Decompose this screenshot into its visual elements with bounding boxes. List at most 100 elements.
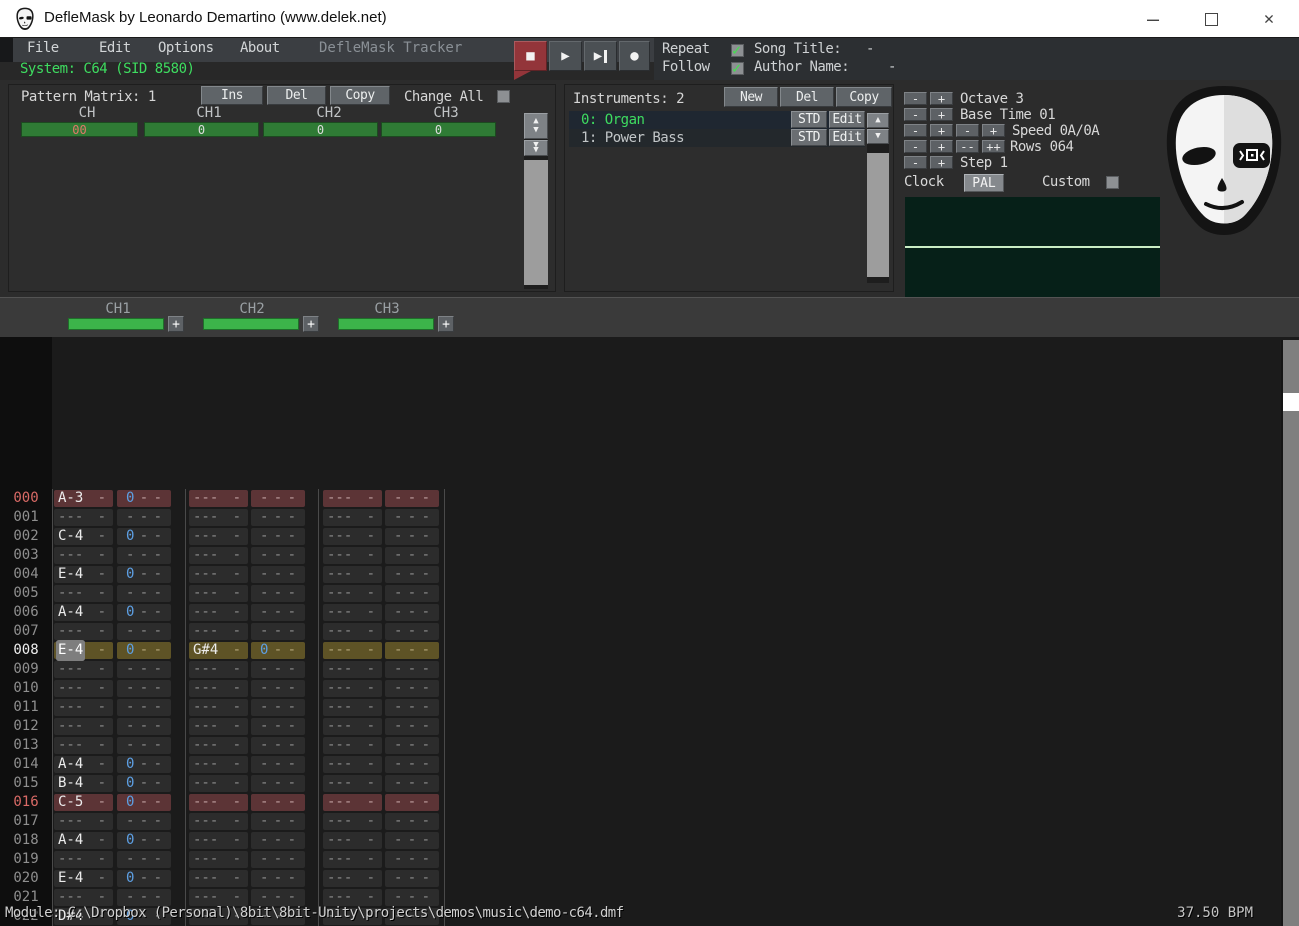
instrument-type-button[interactable]: STD [791,111,827,128]
effect-param-value[interactable]: - [154,870,162,887]
custom-checkbox[interactable] [1106,176,1119,189]
volume-value[interactable]: - [233,490,241,507]
instrument-fx-cell[interactable]: --- [251,623,305,640]
note-value[interactable]: --- [193,718,218,735]
instrument-fx-cell[interactable]: --- [385,794,439,811]
effect-param-value[interactable]: - [288,851,296,868]
follow-checkbox[interactable]: ✓ [731,59,744,77]
note-value[interactable]: --- [193,775,218,792]
note-cell[interactable]: --- - [323,604,382,621]
instrument-value[interactable]: - [394,585,402,602]
note-value[interactable]: --- [327,509,352,526]
effect-code-value[interactable]: - [274,680,282,697]
effect-code-value[interactable]: - [408,661,416,678]
instrument-value[interactable]: - [260,699,268,716]
note-cell[interactable]: --- - [189,794,248,811]
instrument-copy-button[interactable]: Copy [836,87,892,107]
note-value[interactable]: --- [193,585,218,602]
note-value[interactable]: --- [327,756,352,773]
instrument-fx-cell[interactable]: --- [251,851,305,868]
effect-code-value[interactable]: - [408,604,416,621]
author-name-value[interactable]: - [888,59,896,75]
effect-code-value[interactable]: - [408,585,416,602]
note-value[interactable]: --- [327,737,352,754]
maximize-button[interactable] [1188,4,1234,34]
effect-param-value[interactable]: - [288,547,296,564]
instrument-type-button[interactable]: STD [791,129,827,146]
instrument-value[interactable]: - [126,661,134,678]
note-cell[interactable]: --- - [323,547,382,564]
instrument-fx-cell[interactable]: --- [117,813,171,830]
instrument-value[interactable]: - [260,509,268,526]
instrument-fx-cell[interactable]: --- [385,699,439,716]
volume-value[interactable]: - [233,756,241,773]
note-cell[interactable]: --- - [54,547,113,564]
note-cell[interactable]: --- - [54,699,113,716]
instrument-value[interactable]: - [394,870,402,887]
instrument-fx-cell[interactable]: 0-- [117,604,171,621]
volume-value[interactable]: - [367,737,375,754]
note-cell[interactable]: A-4- [54,832,113,849]
instrument-fx-cell[interactable]: 0-- [251,642,305,659]
effect-code-value[interactable]: - [140,718,148,735]
volume-value[interactable]: - [233,680,241,697]
note-value[interactable]: --- [327,642,352,659]
note-cell[interactable]: --- - [54,661,113,678]
note-value[interactable]: --- [58,585,83,602]
instrument-value[interactable]: - [394,832,402,849]
effect-param-value[interactable]: - [288,699,296,716]
instrument-fx-cell[interactable]: --- [117,718,171,735]
matrix-scroll-updown-button[interactable]: ▲ ▼ [524,113,548,139]
instrument-value[interactable]: - [260,851,268,868]
instrument-fx-cell[interactable]: 0-- [117,775,171,792]
effect-param-value[interactable]: - [288,794,296,811]
volume-value[interactable]: - [233,661,241,678]
note-value[interactable]: --- [193,832,218,849]
instrument-fx-cell[interactable]: --- [385,547,439,564]
volume-value[interactable]: - [233,509,241,526]
instrument-fx-cell[interactable]: --- [385,813,439,830]
effect-param-value[interactable]: - [288,585,296,602]
channel-header-ch1[interactable]: CH1 [83,301,153,317]
matrix-cell-ch2[interactable]: 0 [263,122,378,137]
volume-value[interactable]: - [233,775,241,792]
effect-code-value[interactable]: - [274,718,282,735]
note-cell[interactable]: --- - [54,623,113,640]
stop-button[interactable]: ■ [514,41,547,71]
effect-param-value[interactable]: - [422,490,430,507]
note-cell[interactable]: A-3- [54,490,113,507]
volume-value[interactable]: - [367,756,375,773]
note-cell[interactable]: --- - [189,756,248,773]
effect-param-value[interactable]: - [154,509,162,526]
volume-value[interactable]: - [367,642,375,659]
play-button[interactable]: ▶ [549,41,582,71]
note-cell[interactable]: --- - [323,870,382,887]
effect-code-value[interactable]: - [140,566,148,583]
volume-value[interactable]: - [98,585,106,602]
volume-value[interactable]: - [367,813,375,830]
instrument-fx-cell[interactable]: --- [251,794,305,811]
note-value[interactable]: --- [193,661,218,678]
effect-param-value[interactable]: - [422,794,430,811]
volume-value[interactable]: - [367,509,375,526]
volume-value[interactable]: - [98,756,106,773]
instrument-fx-cell[interactable]: --- [251,604,305,621]
instrument-fx-cell[interactable]: --- [385,490,439,507]
instrument-fx-cell[interactable]: 0-- [117,490,171,507]
repeat-checkbox[interactable]: ✓ [731,41,744,59]
effect-param-value[interactable]: - [422,585,430,602]
note-value[interactable]: --- [58,623,83,640]
effect-param-value[interactable]: - [154,661,162,678]
note-value[interactable]: --- [327,718,352,735]
effect-code-value[interactable]: - [140,870,148,887]
pattern-editor[interactable]: 000 A-3-0- - --- - - - - --- - - - -001 --- - - - - --- - - -… [0,337,1299,926]
instrument-fx-cell[interactable]: --- [385,718,439,735]
volume-value[interactable]: - [367,775,375,792]
note-value[interactable]: --- [327,490,352,507]
base-time-minus-button[interactable]: - [904,108,927,121]
speed1-plus-button[interactable]: + [930,124,953,137]
effect-param-value[interactable]: - [422,680,430,697]
effect-param-value[interactable]: - [422,661,430,678]
song-title-value[interactable]: - [866,41,874,57]
note-cell[interactable]: --- - [189,547,248,564]
